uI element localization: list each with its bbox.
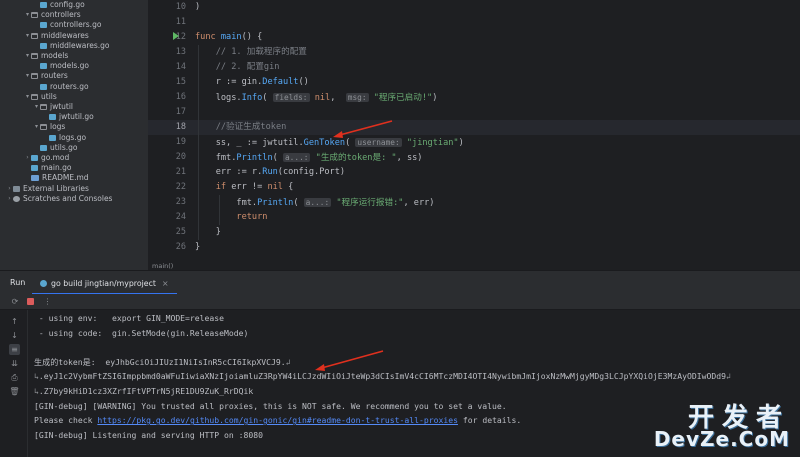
arrow-annotation — [315, 350, 384, 371]
annotation-layer — [315, 120, 393, 371]
arrow-annotation — [333, 120, 393, 138]
watermark-en: DevZe.CoM — [653, 427, 790, 451]
watermark: 开发者 DevZe.CoM — [636, 397, 796, 453]
